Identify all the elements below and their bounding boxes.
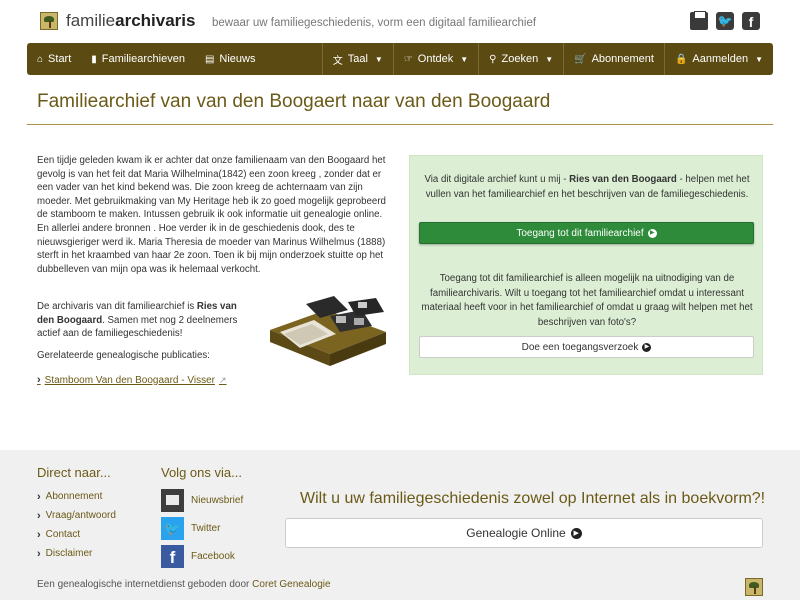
- chevron-right-icon: ›: [37, 547, 41, 560]
- footer-link-vraag-antwoord[interactable]: › Vraag/antwoord: [37, 506, 116, 525]
- social-label: Facebook: [191, 550, 235, 562]
- promo-text: Wilt u uw familiegeschiedenis zowel op I…: [300, 490, 766, 507]
- chevron-right-icon: ›: [37, 528, 41, 541]
- coret-genealogie-link[interactable]: Coret Genealogie: [252, 579, 330, 590]
- nav-ontdek[interactable]: ☞ Ontdek ▼: [392, 43, 478, 75]
- arrow-circle-right-icon: ▶: [570, 527, 582, 539]
- intro-text: Een tijdje geleden kwam ik er achter dat…: [37, 155, 386, 275]
- cart-icon: 🛒: [574, 53, 587, 65]
- nav-start[interactable]: ⌂ Start: [27, 43, 81, 75]
- twitter-icon: 🐦: [161, 516, 184, 540]
- panel-archivist-name: Ries van den Boogaard: [569, 174, 677, 185]
- footer-social-links: Nieuwsbrief 🐦 Twitter f Facebook: [161, 486, 243, 570]
- nav-zoeken[interactable]: ⚲ Zoeken ▼: [478, 43, 563, 75]
- search-icon: ⚲: [489, 53, 497, 65]
- archivist-prefix: De archivaris van dit familiearchief is: [37, 301, 197, 312]
- access-archive-button[interactable]: Toegang tot dit familiearchief ▶: [419, 222, 754, 244]
- social-nieuwsbrief[interactable]: Nieuwsbrief: [161, 486, 243, 514]
- title-divider: [27, 124, 773, 125]
- request-button-label: Doe een toegangsverzoek: [521, 341, 639, 353]
- nav-zoeken-label: Zoeken: [501, 53, 539, 65]
- credit-prefix: Een genealogische internetdienst geboden…: [37, 579, 253, 590]
- nav-nieuws-label: Nieuws: [219, 53, 256, 65]
- newsletter-icon: [161, 488, 184, 512]
- nav-ontdek-label: Ontdek: [417, 53, 454, 65]
- footer-link-abonnement[interactable]: › Abonnement: [37, 487, 116, 506]
- logo-text[interactable]: familiearchivaris: [66, 11, 195, 31]
- home-icon: ⌂: [37, 53, 44, 65]
- facebook-icon[interactable]: f: [742, 12, 760, 30]
- archive-box-image: [270, 296, 386, 366]
- footer-follow-heading: Volg ons via...: [161, 465, 242, 480]
- logo-text-bold: archivaris: [115, 11, 196, 30]
- social-facebook[interactable]: f Facebook: [161, 542, 243, 570]
- footer-direct-heading: Direct naar...: [37, 465, 111, 480]
- arrow-circle-right-icon: ▶: [642, 342, 652, 352]
- nav-taal-label: Taal: [347, 53, 368, 65]
- social-twitter[interactable]: 🐦 Twitter: [161, 514, 243, 542]
- related-publication-link[interactable]: › Stamboom Van den Boogaard - Visser ↗: [37, 374, 227, 386]
- related-label: Gerelateerde genealogische publicaties:: [37, 350, 210, 361]
- nav-start-label: Start: [48, 53, 72, 65]
- social-label: Twitter: [191, 522, 221, 534]
- footer-link-label: Disclaimer: [45, 548, 93, 559]
- top-bar: familiearchivaris bewaar uw familiegesch…: [0, 0, 800, 44]
- footer-direct-links: › Abonnement › Vraag/antwoord › Contact › Di…: [37, 487, 116, 563]
- logo-tree-icon[interactable]: [40, 12, 58, 30]
- footer-link-label: Contact: [45, 529, 81, 540]
- chevron-right-icon: ›: [37, 490, 41, 503]
- footer-link-disclaimer[interactable]: › Disclaimer: [37, 544, 116, 563]
- promo-button-label: Genealogie Online: [466, 526, 566, 540]
- related-link-label: Stamboom Van den Boogaard - Visser: [44, 374, 215, 386]
- main-nav: ⌂ Start ▮ Familiearchieven ▤ Nieuws 文 Taal ▼ …: [27, 43, 773, 75]
- panel-text1-prefix: Via dit digitale archief kunt u mij -: [424, 174, 570, 185]
- page-title: Familiearchief van van den Boogaert naar…: [37, 91, 551, 112]
- arrow-circle-right-icon: ▶: [647, 228, 657, 238]
- chevron-down-icon: ▼: [545, 54, 554, 64]
- panel-intro-text: Via dit digitale archief kunt u mij - Ri…: [420, 173, 754, 202]
- chevron-down-icon: ▼: [374, 54, 383, 64]
- nav-abonnement-label: Abonnement: [591, 53, 654, 65]
- genealogie-online-button[interactable]: Genealogie Online ▶: [285, 518, 763, 548]
- archivist-text: De archivaris van dit familiearchief is …: [37, 300, 255, 341]
- tagline: bewaar uw familiegeschiedenis, vorm een …: [212, 17, 537, 29]
- footer-link-label: Vraag/antwoord: [45, 510, 116, 521]
- footer-link-label: Abonnement: [45, 491, 103, 502]
- chevron-down-icon: ▼: [460, 54, 469, 64]
- lock-icon: 🔒: [674, 53, 688, 65]
- pointer-icon: ☞: [403, 53, 413, 65]
- chevron-right-icon: ›: [37, 509, 41, 522]
- nav-aanmelden[interactable]: 🔒 Aanmelden ▼: [663, 43, 773, 75]
- nav-familiearchieven-label: Familiearchieven: [101, 53, 185, 65]
- nav-taal[interactable]: 文 Taal ▼: [321, 43, 393, 75]
- footer-logo-icon[interactable]: [745, 578, 763, 596]
- access-button-label: Toegang tot dit familiearchief: [516, 227, 644, 239]
- request-access-button[interactable]: Doe een toegangsverzoek ▶: [419, 336, 754, 358]
- footer-link-contact[interactable]: › Contact: [37, 525, 116, 544]
- logo-text-light: familie: [66, 11, 116, 30]
- nav-nieuws[interactable]: ▤ Nieuws: [195, 43, 266, 75]
- access-panel: Via dit digitale archief kunt u mij - Ri…: [409, 155, 763, 375]
- panel-access-info: Toegang tot dit familiearchief is alleen…: [421, 273, 753, 328]
- top-icons: 🐦 f: [690, 11, 760, 30]
- book-icon: ▮: [91, 53, 97, 65]
- chevron-right-icon: ›: [37, 374, 41, 386]
- nav-abonnement[interactable]: 🛒 Abonnement: [563, 43, 664, 75]
- print-icon[interactable]: [690, 11, 708, 30]
- language-icon: 文: [332, 55, 343, 67]
- facebook-icon: f: [161, 544, 184, 568]
- twitter-icon[interactable]: 🐦: [716, 12, 734, 30]
- nav-aanmelden-label: Aanmelden: [692, 53, 749, 65]
- external-link-icon: ↗: [218, 374, 227, 385]
- nav-familiearchieven[interactable]: ▮ Familiearchieven: [81, 43, 195, 75]
- newspaper-icon: ▤: [204, 53, 215, 65]
- chevron-down-icon: ▼: [755, 54, 763, 64]
- social-label: Nieuwsbrief: [191, 494, 244, 506]
- footer-credit: Een genealogische internetdienst geboden…: [37, 579, 331, 590]
